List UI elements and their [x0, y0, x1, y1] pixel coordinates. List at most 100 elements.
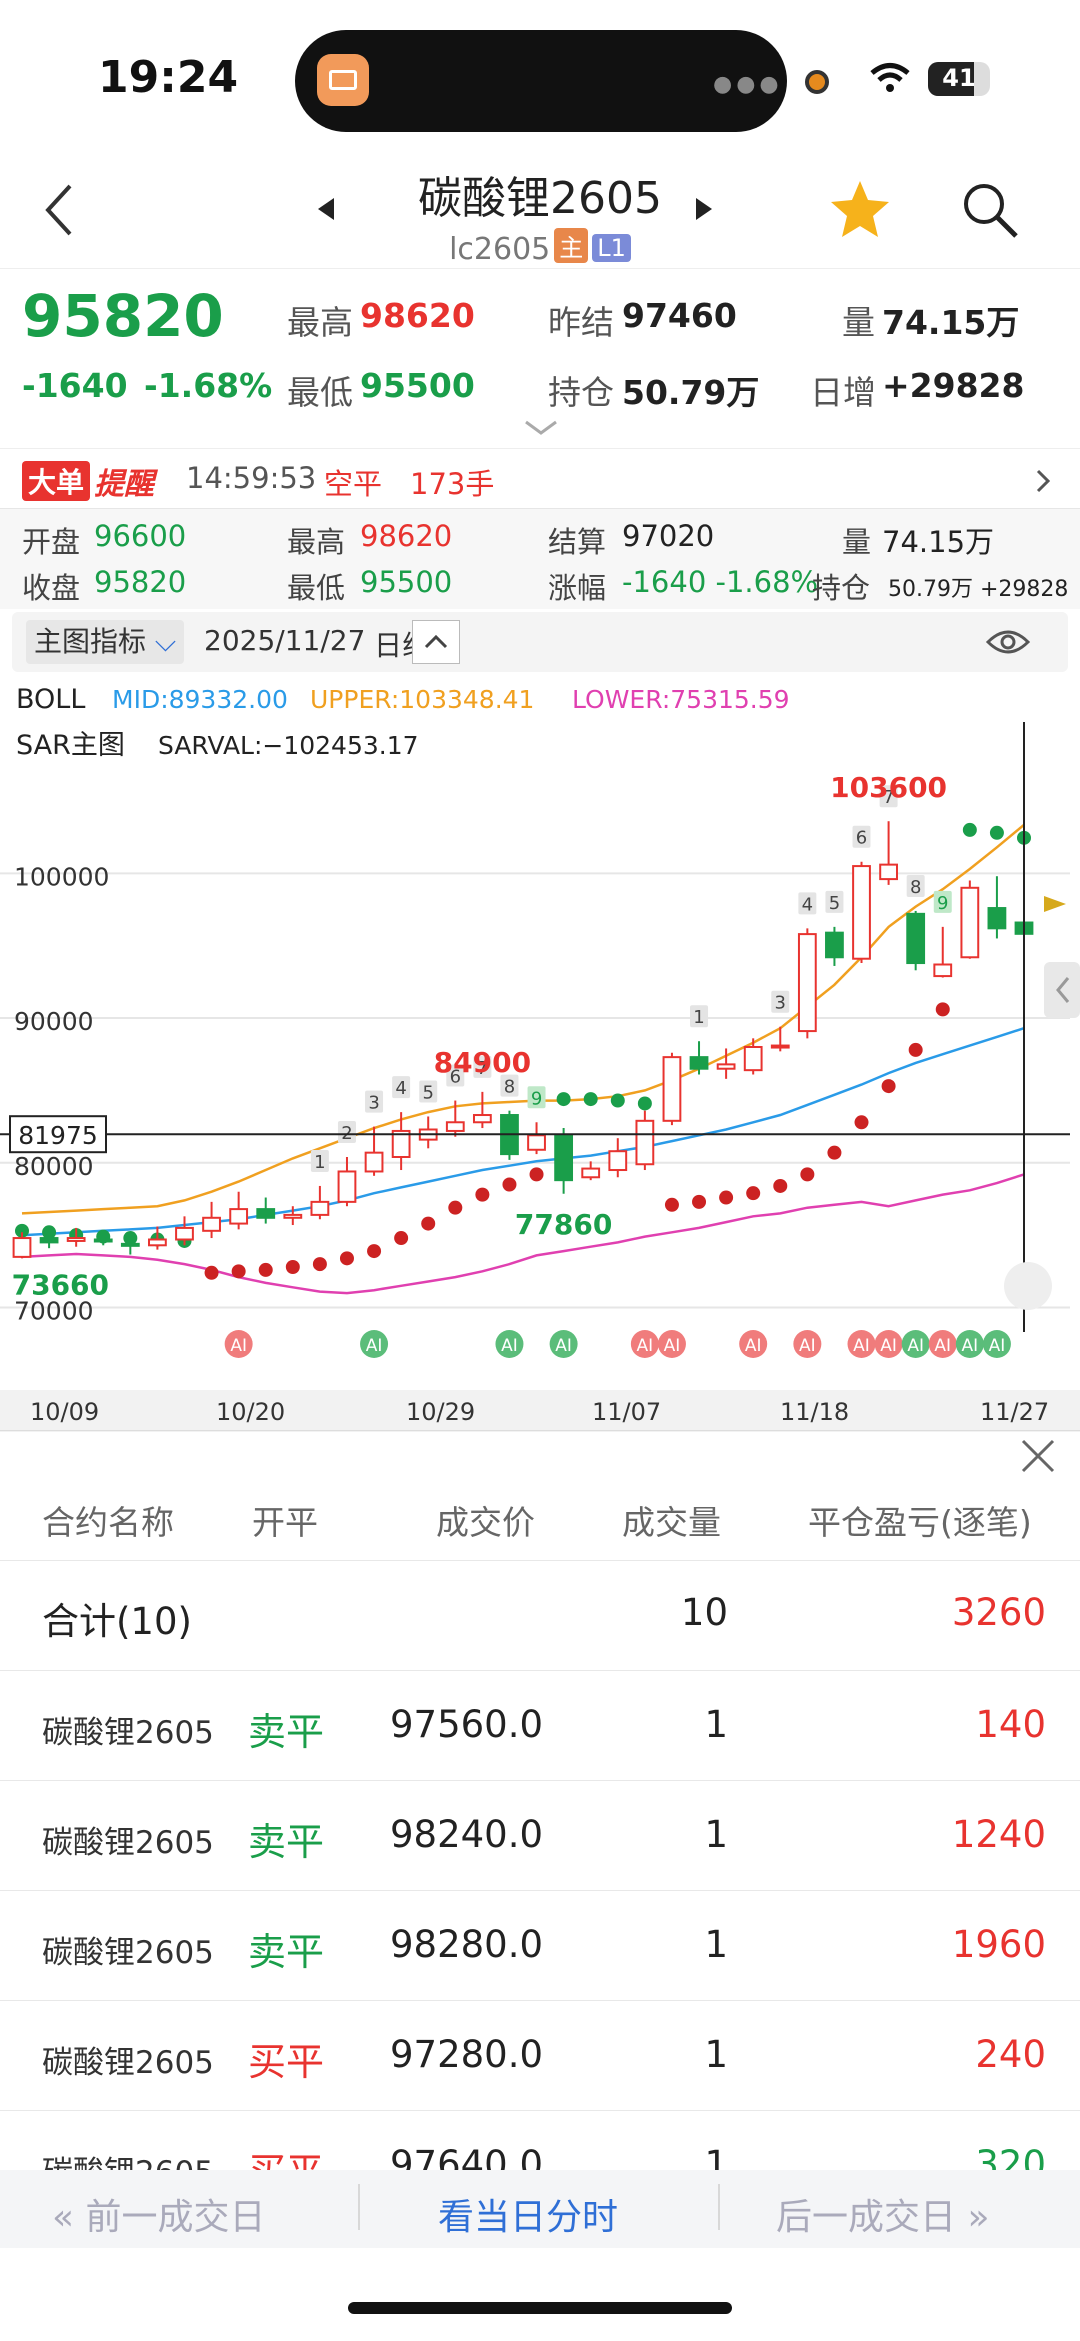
table-row[interactable]: 碳酸锂2605 卖平 98240.0 1 1240: [0, 1780, 1080, 1891]
ai-marker: AI: [224, 1330, 253, 1358]
y-tick-label: 100000: [14, 862, 109, 891]
sar-dot: [339, 1251, 354, 1266]
alert-time: 14:59:53: [186, 461, 317, 495]
col-contract: 合约名称: [42, 1503, 174, 1542]
high-label: 最高: [287, 303, 353, 342]
table-row[interactable]: 碳酸锂2605 卖平 97560.0 1 140: [0, 1670, 1080, 1781]
prev-settle-label: 昨结: [548, 303, 614, 342]
td-count-label: 5: [422, 1082, 433, 1103]
col-price: 成交价: [436, 1503, 535, 1542]
open-label: 开盘: [22, 525, 81, 559]
extreme-label: 103600: [830, 771, 947, 804]
sar-value-label: SARVAL:−102453.17: [158, 731, 419, 760]
high-value: 98620: [360, 296, 475, 335]
candle-body: [364, 1151, 384, 1173]
svg-text:AI: AI: [989, 1336, 1006, 1356]
prev-day-label: 前一成交日: [85, 2197, 266, 2238]
chart-date: 2025/11/27: [204, 624, 366, 657]
svg-text:AI: AI: [880, 1336, 897, 1356]
price-change: -1640: [22, 366, 128, 405]
row-pnl: 1240: [951, 1813, 1046, 1856]
next-day-label: 后一成交日: [776, 2197, 957, 2238]
eye-icon[interactable]: [986, 626, 1030, 658]
sar-dot: [556, 1092, 571, 1107]
summary-high-value: 98620: [360, 519, 453, 553]
candle-body: [202, 1216, 221, 1232]
candle-body: [12, 1237, 32, 1258]
next-day-button[interactable]: 后一成交日 »: [776, 2188, 990, 2240]
chevron-right-icon: [1036, 469, 1050, 493]
table-row[interactable]: 碳酸锂2605 买平 97280.0 1 240: [0, 2000, 1080, 2111]
row-qty: 1: [704, 1923, 728, 1966]
settle-value: 97020: [622, 519, 715, 553]
candle-body: [797, 933, 817, 1033]
candle-body: [825, 931, 844, 959]
candle-body: [879, 863, 898, 881]
sar-dot: [827, 1145, 842, 1160]
close-label: 收盘: [22, 571, 81, 605]
boll-mid-label: MID:89332.00: [112, 685, 288, 714]
prev-day-button[interactable]: « 前一成交日: [52, 2188, 266, 2240]
summary-low-value: 95500: [360, 565, 453, 599]
sar-dot: [475, 1187, 490, 1202]
expand-chevron-icon[interactable]: [524, 420, 558, 436]
low-label: 最低: [287, 373, 353, 412]
extreme-label: 73660: [12, 1269, 109, 1302]
chart-toolbar: 主图指标 ⌵ 2025/11/27 日线: [12, 612, 1068, 672]
settle-label: 结算: [548, 525, 607, 559]
double-chevron-left-icon: «: [52, 2197, 75, 2238]
sar-dot: [285, 1260, 300, 1274]
ai-marker: AI: [495, 1330, 524, 1358]
svg-text:AI: AI: [907, 1336, 924, 1356]
row-price: 98240.0: [390, 1813, 544, 1856]
candle-body: [743, 1046, 763, 1072]
view-intraday-button[interactable]: 看当日分时: [438, 2188, 618, 2240]
candle-body: [445, 1121, 465, 1132]
collapse-button[interactable]: [412, 620, 460, 664]
td-count-label: 1: [314, 1152, 325, 1173]
chg-value: -1640 -1.68%: [622, 565, 819, 599]
td-count-label: 5: [829, 893, 840, 914]
row-contract: 碳酸锂2605: [42, 1825, 214, 1861]
candle-body: [933, 963, 953, 978]
candle-body: [581, 1167, 601, 1179]
row-qty: 1: [704, 1703, 728, 1746]
candle-body: [310, 1200, 330, 1216]
contract-code: lc2605: [449, 232, 551, 267]
low-value: 95500: [360, 366, 475, 405]
crosshair-value: 81975: [18, 1121, 98, 1150]
sar-dot: [881, 1079, 896, 1094]
svg-text:AI: AI: [934, 1336, 951, 1356]
x-tick-label: 11/27: [980, 1398, 1049, 1426]
sar-dot: [746, 1186, 761, 1201]
ai-marker: AI: [793, 1330, 822, 1358]
big-order-alert[interactable]: 大单 提醒 14:59:53 空平 173手: [0, 448, 1080, 509]
row-price: 97280.0: [390, 2033, 544, 2076]
svg-text:AI: AI: [637, 1336, 654, 1356]
extreme-label: 77860: [515, 1208, 612, 1241]
sar-label: SAR主图: [16, 730, 125, 761]
candle-body: [662, 1056, 682, 1122]
table-row[interactable]: 碳酸锂2605 卖平 98280.0 1 1960: [0, 1890, 1080, 2001]
battery-level: 41: [942, 64, 976, 92]
candle-body: [93, 1238, 113, 1243]
alert-badge: 大单: [22, 461, 91, 501]
alert-title: 提醒: [94, 467, 154, 502]
td-count-label: 3: [775, 993, 786, 1014]
total-qty: 10: [680, 1591, 728, 1634]
x-axis-bar: [0, 1390, 1080, 1432]
open-interest-label: 持仓: [548, 373, 614, 412]
kline-chart[interactable]: BOLL MID:89332.00 UPPER:103348.41 LOWER:753…: [0, 672, 1080, 1432]
boll-lower-label: LOWER:75315.59: [572, 685, 790, 714]
indicator-selector[interactable]: 主图指标 ⌵: [26, 620, 185, 664]
reset-view-button: [1004, 1262, 1052, 1310]
candle-body: [527, 1134, 546, 1151]
svg-text:AI: AI: [799, 1336, 816, 1356]
candle-body: [716, 1063, 736, 1070]
candle-body: [39, 1237, 59, 1244]
prev-settle-value: 97460: [622, 296, 737, 335]
candle-body: [66, 1237, 86, 1242]
row-qty: 1: [704, 1813, 728, 1856]
td-count-label: 8: [504, 1077, 515, 1098]
ai-marker: AI: [630, 1330, 659, 1358]
